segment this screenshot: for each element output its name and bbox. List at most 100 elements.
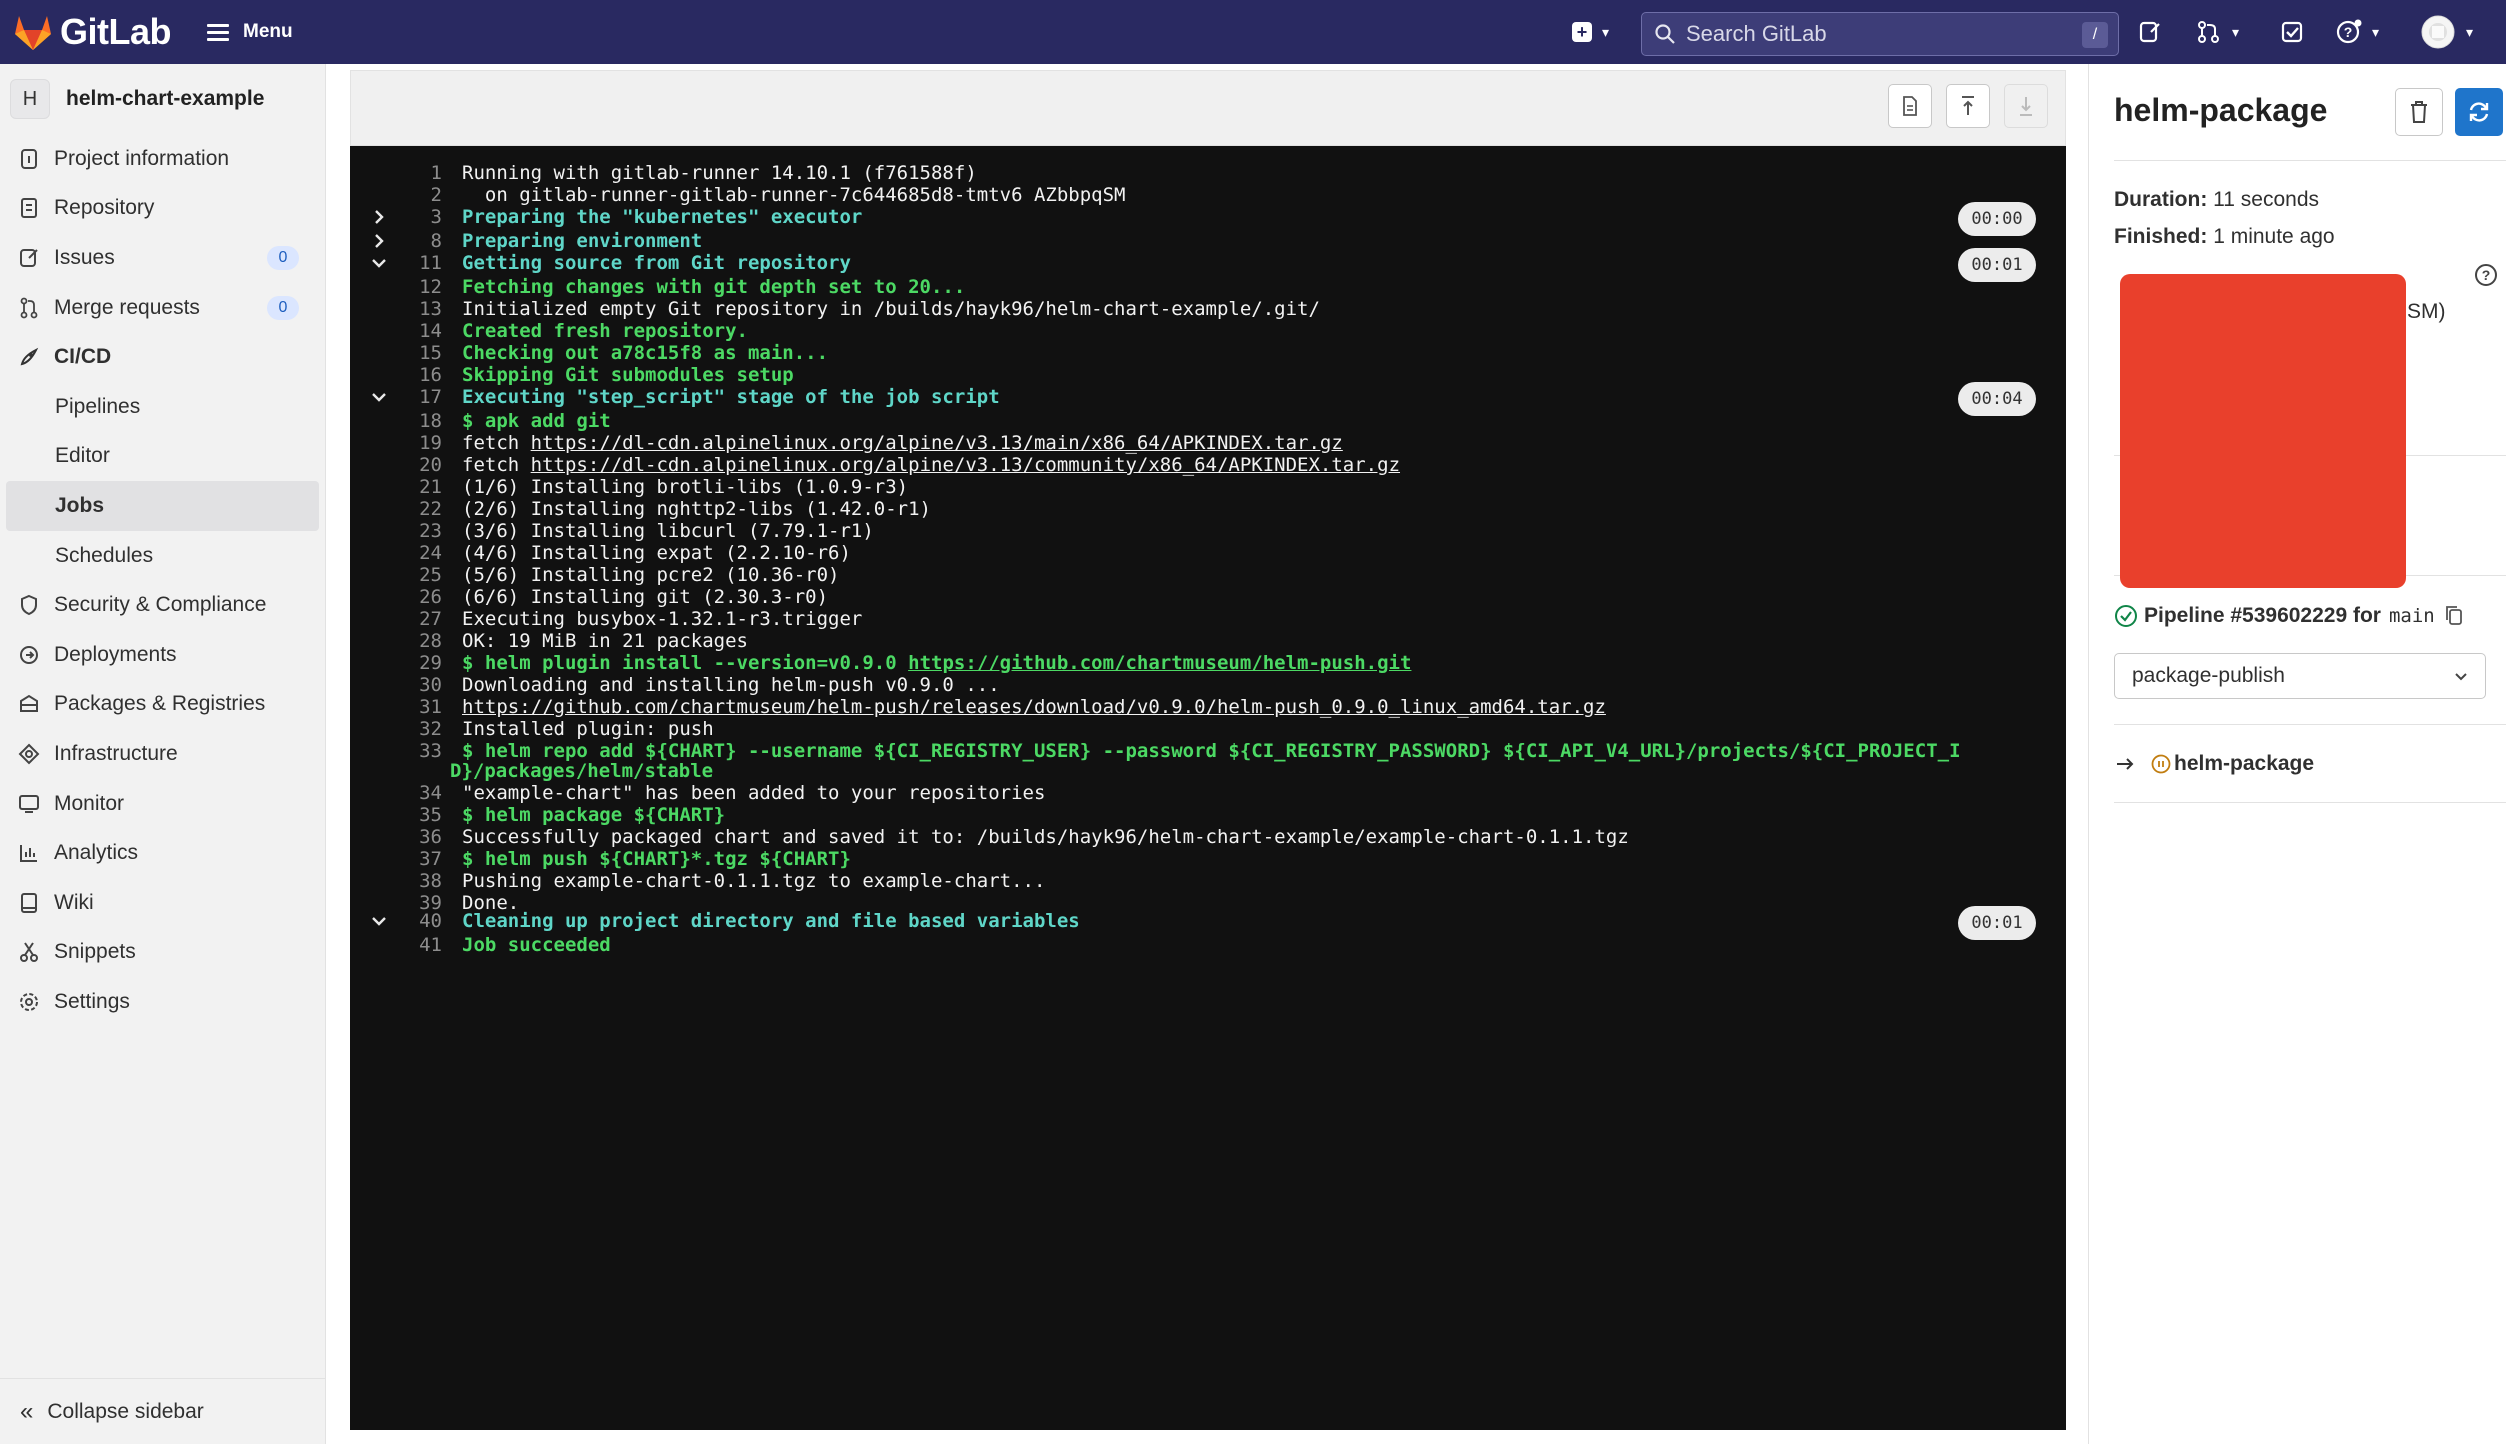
log-line-number[interactable]: 19 [350, 432, 442, 454]
sidebar-item-monitor[interactable]: Monitor [0, 779, 325, 829]
log-link[interactable]: https://github.com/chartmuseum/helm-push… [462, 696, 1606, 718]
log-line-number[interactable]: 32 [350, 718, 442, 740]
log-text-segment: Successfully packaged chart and saved it… [462, 826, 1629, 848]
sidebar-item-project-information[interactable]: Project information [0, 134, 325, 184]
current-job-item[interactable]: helm-package [2114, 752, 2314, 776]
log-text-segment: Pushing example-chart-0.1.1.tgz to examp… [462, 870, 1046, 892]
finished-value: 1 minute ago [2213, 225, 2335, 248]
sidebar-item-wiki[interactable]: Wiki [0, 878, 325, 928]
log-line-text: $ helm package ${CHART} [462, 804, 725, 826]
log-line-number[interactable]: 28 [350, 630, 442, 652]
log-line-number[interactable]: 11 [350, 252, 442, 274]
log-line-number[interactable]: 26 [350, 586, 442, 608]
search-shortcut-key: / [2082, 22, 2108, 48]
log-line-number[interactable]: 22 [350, 498, 442, 520]
log-line-number[interactable]: 20 [350, 454, 442, 476]
log-line-number[interactable]: 23 [350, 520, 442, 542]
log-line-number[interactable]: 41 [350, 934, 442, 956]
sidebar-item-security-compliance[interactable]: Security & Compliance [0, 580, 325, 630]
log-text-segment: (4/6) Installing expat (2.2.10-r6) [462, 542, 851, 564]
issues-shortcut[interactable] [2138, 0, 2162, 64]
sidebar-subitem-jobs[interactable]: Jobs [6, 481, 319, 531]
menu-button[interactable]: Menu [207, 20, 293, 45]
log-line-number[interactable]: 29 [350, 652, 442, 674]
log-line-number[interactable]: 2 [350, 184, 442, 206]
chevron-down-icon: ▾ [2466, 23, 2474, 40]
search-input[interactable] [1686, 21, 2066, 47]
sidebar-item-label: Analytics [54, 841, 139, 865]
log-line-number[interactable]: 13 [350, 298, 442, 320]
collapse-sidebar-button[interactable]: « Collapse sidebar [0, 1378, 325, 1444]
log-line-number[interactable]: 38 [350, 870, 442, 892]
log-line-number[interactable]: 36 [350, 826, 442, 848]
erase-log-button[interactable] [2395, 88, 2443, 136]
show-raw-button[interactable] [1888, 84, 1932, 128]
log-line-number[interactable]: 31 [350, 696, 442, 718]
pipeline-ref[interactable]: main [2389, 605, 2435, 627]
sidebar-subitem-editor[interactable]: Editor [0, 432, 325, 482]
help-circle-icon[interactable]: ? [2473, 262, 2499, 288]
stage-select[interactable]: package-publish [2114, 653, 2486, 699]
help-dropdown[interactable]: ? ▾ [2336, 0, 2379, 64]
sidebar-item-cicd[interactable]: CI/CD [0, 332, 325, 382]
log-line-number[interactable]: 21 [350, 476, 442, 498]
sidebar-item-snippets[interactable]: Snippets [0, 928, 325, 978]
user-menu[interactable]: ▾ [2420, 0, 2473, 64]
help-icon: ? [2336, 19, 2362, 44]
log-link[interactable]: https://github.com/chartmuseum/helm-push… [908, 652, 1411, 674]
log-line-number[interactable]: 3 [350, 206, 442, 228]
sidebar-item-merge-requests[interactable]: Merge requests 0 [0, 283, 325, 333]
pipeline-link[interactable]: Pipeline #539602229 for [2144, 604, 2381, 628]
sidebar-item-infrastructure[interactable]: Infrastructure [0, 729, 325, 779]
merge-requests-shortcut[interactable]: ▾ [2196, 0, 2239, 64]
log-text-segment: Running with gitlab-runner 14.10.1 (f761… [462, 162, 977, 184]
log-line-number[interactable]: 15 [350, 342, 442, 364]
new-dropdown[interactable]: + ▾ [1572, 0, 1609, 64]
log-line-text: $ helm push ${CHART}*.tgz ${CHART} [462, 848, 851, 870]
log-link[interactable]: https://dl-cdn.alpinelinux.org/alpine/v3… [531, 454, 1400, 476]
hamburger-icon [207, 20, 229, 45]
log-text-segment: Getting source from Git repository [462, 252, 851, 274]
log-line-number[interactable]: 27 [350, 608, 442, 630]
log-line-number[interactable]: 12 [350, 276, 442, 298]
project-header[interactable]: H helm-chart-example [0, 64, 325, 134]
log-text-segment: Fetching changes with git depth set to 2… [462, 276, 966, 298]
retry-job-button[interactable] [2455, 88, 2503, 136]
sidebar-item-deployments[interactable]: Deployments [0, 630, 325, 680]
finished-label: Finished: [2114, 225, 2208, 248]
log-line-number[interactable]: 24 [350, 542, 442, 564]
log-line-number[interactable]: 37 [350, 848, 442, 870]
finished-row: Finished: 1 minute ago [2114, 225, 2335, 249]
sidebar-item-settings[interactable]: Settings [0, 977, 325, 1027]
sidebar-item-issues[interactable]: Issues 0 [0, 233, 325, 283]
log-line-number[interactable]: 33 [350, 740, 442, 762]
sidebar-subitem-schedules[interactable]: Schedules [0, 531, 325, 581]
copy-icon[interactable] [2443, 604, 2465, 628]
scroll-to-bottom-button[interactable] [2004, 84, 2048, 128]
log-line-number[interactable]: 40 [350, 910, 442, 932]
log-line-number[interactable]: 25 [350, 564, 442, 586]
sidebar-item-repository[interactable]: Repository [0, 184, 325, 234]
log-text-segment: Executing "step_script" stage of the job… [462, 386, 1000, 408]
log-line-number[interactable]: 8 [350, 230, 442, 252]
scroll-to-top-button[interactable] [1946, 84, 1990, 128]
log-line-number[interactable]: 14 [350, 320, 442, 342]
log-line-number[interactable]: 16 [350, 364, 442, 386]
log-line-text: Cleaning up project directory and file b… [462, 910, 1080, 932]
sidebar-item-packages-registries[interactable]: Packages & Registries [0, 680, 325, 730]
project-avatar: H [10, 79, 50, 119]
log-link[interactable]: https://dl-cdn.alpinelinux.org/alpine/v3… [531, 432, 1343, 454]
log-text-segment: $ helm package ${CHART} [462, 804, 726, 826]
todos-shortcut[interactable] [2280, 0, 2304, 64]
gitlab-home-link[interactable]: GitLab [12, 11, 172, 53]
sidebar-subitem-pipelines[interactable]: Pipelines [0, 382, 325, 432]
sidebar-item-analytics[interactable]: Analytics [0, 828, 325, 878]
log-line-number[interactable]: 18 [350, 410, 442, 432]
search-box[interactable]: / [1641, 12, 2119, 56]
log-line-number[interactable]: 17 [350, 386, 442, 408]
log-line-number[interactable]: 1 [350, 162, 442, 184]
log-line-number[interactable]: 35 [350, 804, 442, 826]
log-line-number[interactable]: 30 [350, 674, 442, 696]
current-job-name: helm-package [2174, 752, 2315, 775]
log-line-number[interactable]: 34 [350, 782, 442, 804]
